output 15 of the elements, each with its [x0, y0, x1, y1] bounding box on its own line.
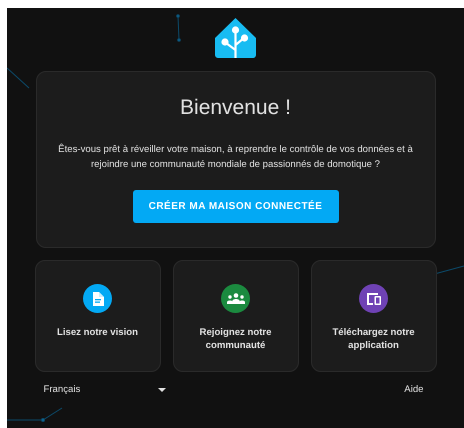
- tile-label: Téléchargez notre application: [331, 327, 416, 352]
- help-link[interactable]: Aide: [404, 384, 436, 395]
- welcome-title: Bienvenue !: [180, 96, 291, 120]
- document-icon: [92, 292, 104, 306]
- tile-label: Lisez notre vision: [56, 327, 140, 340]
- house-logo-icon: [215, 18, 256, 58]
- language-dropdown[interactable]: Français: [36, 384, 166, 395]
- devices-icon: [366, 292, 382, 305]
- people-group-icon: [226, 293, 244, 304]
- caret-icon: [158, 388, 166, 392]
- welcome-text: Êtes-vous prêt à réveiller votre maison, à reprendre le contrôle de vos données et à rejoindre une communauté mondiale de passionnés de domotique ?: [57, 142, 414, 172]
- link-tile[interactable]: Téléchargez notre application: [310, 260, 436, 372]
- link-tile[interactable]: Rejoignez notre communauté: [172, 260, 298, 372]
- tile-label: Rejoignez notre communauté: [198, 327, 272, 352]
- link-tile[interactable]: Lisez notre vision: [34, 260, 160, 372]
